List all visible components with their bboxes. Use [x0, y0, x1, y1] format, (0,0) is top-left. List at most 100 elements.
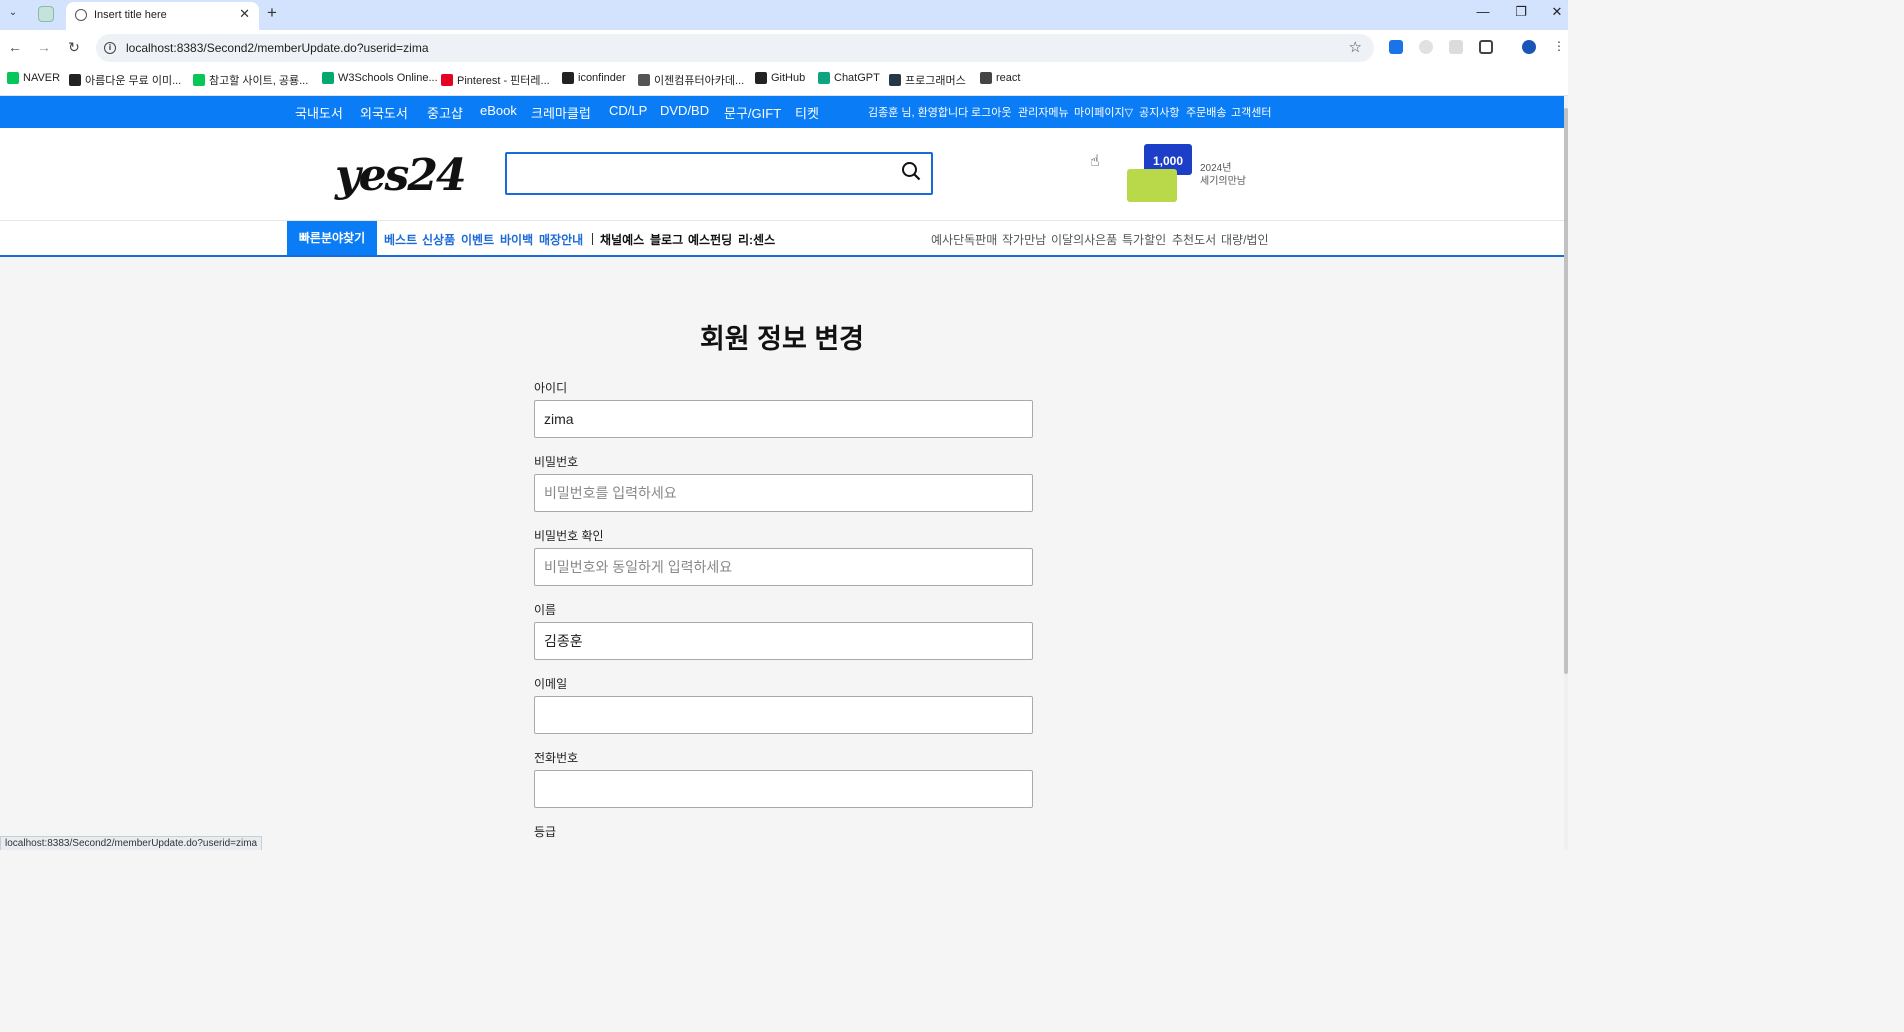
bookmark-label: NAVER — [23, 72, 61, 84]
download-icon[interactable] — [1389, 40, 1403, 54]
bookmark-star-icon[interactable]: ☆ — [1349, 38, 1362, 56]
name-input[interactable] — [534, 622, 1033, 660]
subnav-link[interactable]: 추천도서 — [1172, 231, 1216, 248]
extension-icon[interactable] — [1419, 40, 1433, 54]
bookmark-item[interactable]: iconfinder — [562, 72, 626, 84]
bookmark-item[interactable]: 아름다운 무료 이미... — [69, 72, 181, 88]
reload-button[interactable]: ↻ — [66, 39, 82, 56]
user-menu-link[interactable]: 공지사항 — [1139, 104, 1179, 120]
user-menu-link[interactable]: 주문배송 — [1186, 104, 1226, 120]
subnav-link[interactable]: 이달의사은품 — [1051, 231, 1117, 248]
bookmark-item[interactable]: GitHub — [755, 72, 805, 84]
category-link[interactable]: 중고샵 — [427, 103, 463, 122]
bookmark-item[interactable]: 참고할 사이트, 공룡... — [193, 72, 308, 88]
close-window-button[interactable]: ✕ — [1549, 4, 1565, 20]
naver-icon — [7, 72, 19, 84]
main-content: 회원 정보 변경 아이디비밀번호비밀번호 확인이름이메일전화번호등급 — [0, 257, 1564, 850]
subnav-link[interactable]: 리:센스 — [738, 231, 775, 248]
search-icon[interactable] — [901, 161, 921, 181]
subnav-link[interactable]: 블로그 — [650, 231, 683, 248]
bookmark-item[interactable]: 프로그래머스 — [889, 72, 966, 88]
tab-title: Insert title here — [94, 9, 167, 21]
password-input[interactable] — [534, 474, 1033, 512]
bookmark-label: react — [996, 72, 1021, 84]
scrollbar-thumb[interactable] — [1564, 108, 1568, 674]
forward-button[interactable]: → — [36, 39, 52, 55]
category-link[interactable]: 크레마클럽 — [531, 103, 591, 122]
bookmark-label: Pinterest - 핀터레... — [457, 75, 550, 87]
phone-input[interactable] — [534, 770, 1033, 808]
subnav-link[interactable]: 대량/법인 — [1221, 231, 1269, 248]
active-tab[interactable]: Insert title here ✕ — [66, 2, 259, 30]
line-icon — [193, 74, 205, 86]
tab-list-chevron-icon[interactable]: ⌄ — [6, 6, 20, 20]
pinterest-icon — [441, 74, 453, 86]
subnav-link[interactable]: 신상품 — [422, 231, 455, 248]
close-tab-icon[interactable]: ✕ — [239, 6, 250, 22]
chatgpt-icon — [818, 72, 830, 84]
subnav-link[interactable]: 특가할인 — [1122, 231, 1166, 248]
subnav-link[interactable]: 이벤트 — [461, 231, 494, 248]
bookmark-item[interactable]: 이젠컴퓨터아카데... — [638, 72, 744, 88]
category-link[interactable]: 국내도서 — [295, 103, 343, 122]
subnav-link[interactable]: 작가만남 — [1002, 231, 1046, 248]
subnav-link[interactable]: 예사단독판매 — [931, 231, 997, 248]
password-confirm-input[interactable] — [534, 548, 1033, 586]
new-tab-button[interactable]: + — [267, 3, 277, 23]
status-url-bar: localhost:8383/Second2/memberUpdate.do?u… — [0, 836, 263, 850]
bookmark-label: 이젠컴퓨터아카데... — [654, 75, 745, 87]
sub-nav: 빠른분야찾기 베스트 신상품 이벤트 바이백 매장안내 채널예스 블로그 예스펀딩 리:센스 예사… — [0, 220, 1564, 257]
category-link[interactable]: eBook — [480, 103, 517, 118]
subnav-link[interactable]: 예스펀딩 — [688, 231, 732, 248]
address-bar[interactable]: i localhost:8383/Second2/memberUpdate.do… — [96, 34, 1374, 62]
subnav-link[interactable]: 채널예스 — [600, 231, 644, 248]
userid-input[interactable] — [534, 400, 1033, 438]
menu-dots-icon[interactable]: ⋮ — [1553, 40, 1565, 54]
phone-label: 전화번호 — [534, 751, 579, 765]
category-link[interactable]: DVD/BD — [660, 103, 709, 118]
user-menu-link[interactable]: 관리자메뉴 — [1018, 104, 1069, 120]
bookmark-item[interactable]: W3Schools Online... — [322, 72, 438, 84]
profile-avatar-icon[interactable] — [1522, 40, 1536, 54]
back-button[interactable]: ← — [7, 39, 23, 55]
search-input[interactable] — [507, 154, 887, 193]
address-toolbar: ← → ↻ i localhost:8383/Second2/memberUpd… — [0, 30, 1568, 66]
promo-text-year: 2024년 — [1200, 163, 1232, 174]
category-link[interactable]: CD/LP — [609, 103, 647, 118]
email-input[interactable] — [534, 696, 1033, 734]
search-box — [505, 152, 933, 195]
site-info-icon[interactable]: i — [104, 42, 116, 54]
minimize-button[interactable]: — — [1475, 4, 1491, 19]
extension-icon[interactable] — [1449, 40, 1463, 54]
category-link[interactable]: 외국도서 — [360, 103, 408, 122]
welcome-text: 김종훈 님, 환영합니다 — [868, 107, 969, 119]
bookmark-label: 아름다운 무료 이미... — [85, 75, 182, 87]
extensions-puzzle-icon[interactable] — [1479, 40, 1493, 54]
subnav-link[interactable]: 매장안내 — [539, 231, 583, 248]
password-confirm-label: 비밀번호 확인 — [534, 529, 604, 543]
bookmark-item[interactable]: NAVER — [7, 72, 60, 84]
bookmark-item[interactable]: Pinterest - 핀터레... — [441, 72, 550, 88]
subnav-link[interactable]: 바이백 — [500, 231, 533, 248]
quick-category-button[interactable]: 빠른분야찾기 — [287, 221, 377, 255]
image-site-icon — [69, 74, 81, 86]
programmers-icon — [889, 74, 901, 86]
bookmark-item[interactable]: react — [980, 72, 1020, 84]
category-link[interactable]: 티켓 — [795, 103, 819, 122]
folder-icon — [980, 72, 992, 84]
subnav-link[interactable]: 베스트 — [384, 231, 417, 248]
bookmark-item[interactable]: ChatGPT — [818, 72, 880, 84]
yes24-logo[interactable]: yes24 — [335, 150, 467, 201]
pinned-tab-icon[interactable] — [38, 6, 54, 22]
divider — [592, 233, 593, 245]
user-menu-link[interactable]: 로그아웃 — [971, 104, 1011, 120]
user-menu-link[interactable]: 고객센터 — [1231, 104, 1271, 120]
category-link[interactable]: 문구/GIFT — [724, 103, 781, 122]
page-scrollbar[interactable] — [1564, 96, 1568, 850]
url-text[interactable]: localhost:8383/Second2/memberUpdate.do?u… — [126, 41, 429, 55]
restore-button[interactable]: ❐ — [1513, 4, 1529, 20]
name-label: 이름 — [534, 603, 557, 617]
site-top-nav: 국내도서 외국도서 중고샵 eBook 크레마클럽 CD/LP DVD/BD 문구/GIFT 티… — [0, 96, 1564, 128]
user-menu-link[interactable]: 마이페이지▽ — [1074, 104, 1133, 120]
promo-banner[interactable]: 1,000 2024년 세기의만남 — [1127, 144, 1257, 204]
